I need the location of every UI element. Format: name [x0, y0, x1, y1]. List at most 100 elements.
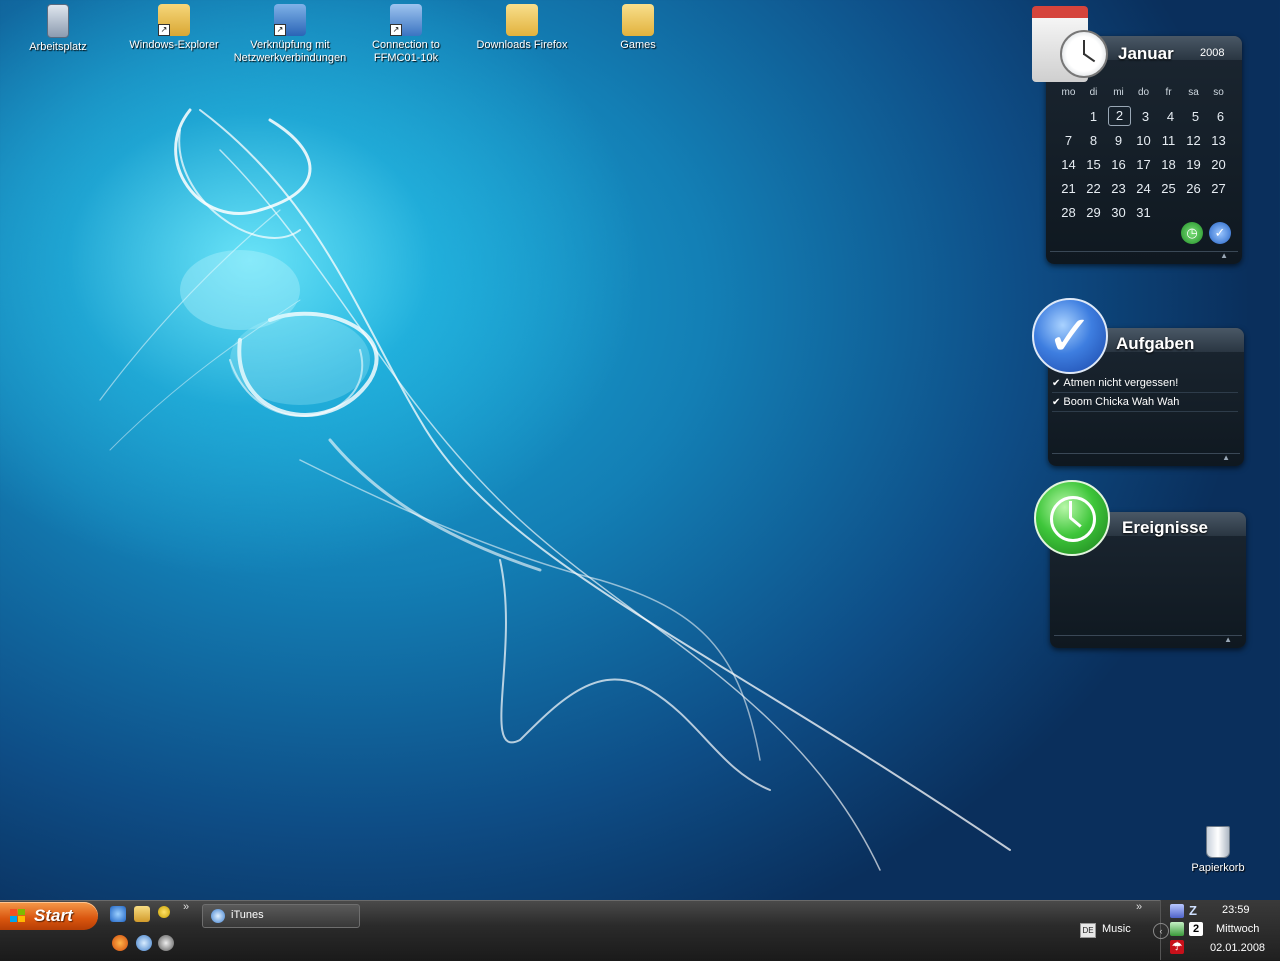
calendar-day[interactable]: 16: [1106, 157, 1131, 172]
desktop-icon-downloads-firefox[interactable]: Downloads Firefox: [464, 4, 580, 52]
calendar-day-today[interactable]: 2: [1108, 106, 1131, 126]
calendar-day[interactable]: 24: [1131, 181, 1156, 196]
calendar-day[interactable]: 13: [1206, 133, 1231, 148]
zonealarm-icon[interactable]: Z: [1189, 904, 1203, 918]
clock-icon: [1060, 30, 1108, 78]
itunes-icon: [211, 909, 225, 923]
taskbar-button-itunes[interactable]: iTunes: [202, 904, 360, 928]
clock-date[interactable]: 02.01.2008: [1210, 942, 1265, 954]
desktop-icon-windows-explorer[interactable]: ↗ Windows-Explorer: [116, 4, 232, 52]
calendar-day[interactable]: 12: [1181, 133, 1206, 148]
desktop-icon-games[interactable]: Games: [580, 4, 696, 52]
check-icon: ✔: [1052, 378, 1061, 389]
desktop-icon-label: Connection to FFMC01-10k: [372, 39, 440, 64]
windows-explorer-icon[interactable]: [134, 906, 150, 922]
calendar-day[interactable]: 22: [1081, 181, 1106, 196]
calendar-day[interactable]: 18: [1156, 157, 1181, 172]
calendar-day[interactable]: 15: [1081, 157, 1106, 172]
calendar-week-row: 21 22 23 24 25 26 27: [1056, 176, 1236, 200]
connection-icon: ↗: [390, 4, 422, 36]
calendar-day[interactable]: 5: [1183, 109, 1208, 124]
desktop-icon-network-connections[interactable]: ↗ Verknüpfung mit Netzwerkverbindungen: [232, 4, 348, 65]
collapse-arrow-icon[interactable]: ▲: [1220, 251, 1228, 260]
calendar-month: Januar: [1118, 44, 1174, 63]
collapse-arrow-icon[interactable]: ▲: [1224, 635, 1232, 644]
calendar-day[interactable]: 26: [1181, 181, 1206, 196]
desktop-icon-label: Games: [620, 39, 656, 51]
calendar-day[interactable]: 23: [1106, 181, 1131, 196]
calendar-day[interactable]: 29: [1081, 205, 1106, 220]
start-button[interactable]: Start: [0, 902, 98, 930]
language-indicator[interactable]: DE: [1080, 923, 1096, 938]
toolbar-chevron-icon[interactable]: »: [1136, 901, 1142, 913]
calendar-day[interactable]: 28: [1056, 205, 1081, 220]
weekday-label: sa: [1188, 86, 1199, 98]
desktop-icon-label: Windows-Explorer: [129, 39, 219, 51]
clock-time[interactable]: 23:59: [1222, 904, 1250, 916]
calendar-weekday-row: mo di mi do fr sa so: [1056, 80, 1236, 104]
desktop-icon-connection-ffmc[interactable]: ↗ Connection to FFMC01-10k: [348, 4, 464, 65]
clock-day[interactable]: Mittwoch: [1216, 923, 1259, 935]
avira-icon[interactable]: ☂: [1170, 940, 1184, 954]
calendar-day[interactable]: 21: [1056, 181, 1081, 196]
divider: [1052, 453, 1240, 454]
weekday-label: di: [1089, 86, 1098, 98]
calendar-day[interactable]: 25: [1156, 181, 1181, 196]
tasks-title: Aufgaben: [1116, 334, 1195, 353]
folder-star-icon: [622, 4, 654, 36]
network-icon[interactable]: [158, 906, 170, 918]
divider: [1050, 251, 1238, 252]
task-item[interactable]: ✔ Boom Chicka Wah Wah: [1052, 393, 1238, 412]
calendar-day[interactable]: 1: [1081, 109, 1106, 124]
calendar-day[interactable]: 30: [1106, 205, 1131, 220]
recycle-bin-icon: [1206, 826, 1230, 858]
calendar-day[interactable]: 6: [1208, 109, 1233, 124]
firefox-icon[interactable]: [112, 935, 128, 951]
weekday-label: mo: [1061, 86, 1076, 98]
calendar-day[interactable]: 4: [1158, 109, 1183, 124]
calendar-day[interactable]: 14: [1056, 157, 1081, 172]
start-label: Start: [34, 906, 73, 925]
calendar-day[interactable]: 17: [1131, 157, 1156, 172]
internet-explorer-icon[interactable]: [110, 906, 126, 922]
shortcut-arrow-icon: ↗: [274, 24, 286, 36]
taskbar-button-label: iTunes: [231, 909, 264, 921]
shortcut-arrow-icon: ↗: [390, 24, 402, 36]
quicklaunch-chevron-icon[interactable]: »: [183, 901, 189, 913]
checkmark-icon: ✓: [1032, 298, 1108, 374]
calendar-day[interactable]: 11: [1156, 133, 1181, 148]
calendar-day[interactable]: 7: [1056, 133, 1081, 148]
weekday-label: fr: [1165, 86, 1172, 98]
show-hidden-icons-arrow-icon[interactable]: ‹: [1153, 923, 1169, 939]
security-shield-icon[interactable]: [1170, 922, 1184, 936]
task-label: Atmen nicht vergessen!: [1063, 377, 1179, 389]
music-toolbar[interactable]: Music: [1102, 923, 1131, 935]
calendar-day[interactable]: 3: [1133, 109, 1158, 124]
calendar-week-row: 1 2 3 4 5 6: [1056, 104, 1236, 128]
calendar-day[interactable]: 10: [1131, 133, 1156, 148]
desktop-icon-arbeitsplatz[interactable]: Arbeitsplatz: [0, 4, 116, 54]
steam-icon[interactable]: [158, 935, 174, 951]
calendar-week-row: 14 15 16 17 18 19 20: [1056, 152, 1236, 176]
calendar-day[interactable]: 19: [1181, 157, 1206, 172]
windows-logo-icon: [10, 909, 26, 923]
network-connections-icon: ↗: [274, 4, 306, 36]
weekday-label: do: [1137, 86, 1150, 98]
events-title: Ereignisse: [1122, 518, 1208, 537]
calendar-day[interactable]: 20: [1206, 157, 1231, 172]
explorer-icon: ↗: [158, 4, 190, 36]
calendar-day[interactable]: 27: [1206, 181, 1231, 196]
events-shortcut-icon[interactable]: ◷: [1181, 222, 1203, 244]
collapse-arrow-icon[interactable]: ▲: [1222, 453, 1230, 462]
tasks-shortcut-icon[interactable]: ✓: [1209, 222, 1231, 244]
task-label: Boom Chicka Wah Wah: [1063, 396, 1180, 408]
itunes-icon[interactable]: [136, 935, 152, 951]
task-item[interactable]: ✔ Atmen nicht vergessen!: [1052, 374, 1238, 393]
tray-badge[interactable]: 2: [1189, 922, 1203, 936]
tasks-list: ✔ Atmen nicht vergessen! ✔ Boom Chicka Wah…: [1052, 374, 1238, 412]
desktop-icon-recycle-bin[interactable]: Papierkorb: [1180, 826, 1256, 874]
calendar-day[interactable]: 9: [1106, 133, 1131, 148]
calendar-day[interactable]: 8: [1081, 133, 1106, 148]
calendar-day[interactable]: 31: [1131, 205, 1156, 220]
network-status-icon[interactable]: [1170, 904, 1184, 918]
